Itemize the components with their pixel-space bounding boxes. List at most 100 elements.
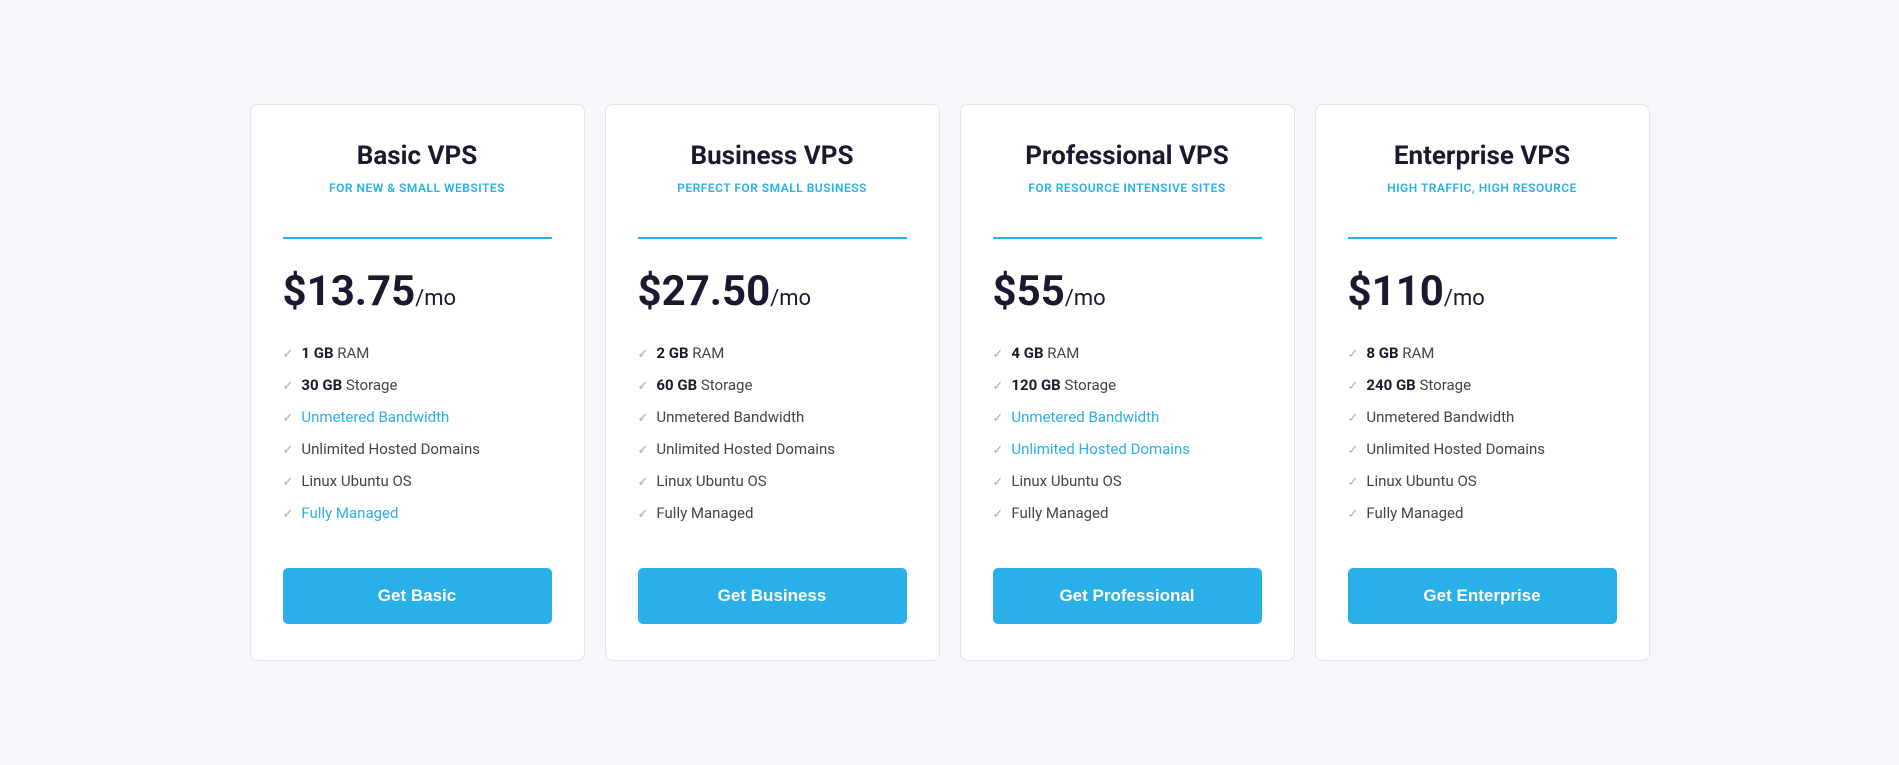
- card-price-basic: $13.75/mo: [283, 267, 552, 316]
- card-price-professional: $55/mo: [993, 267, 1262, 316]
- checkmark-icon: ✓: [993, 347, 1004, 362]
- feature-item: ✓ Fully Managed: [638, 504, 907, 522]
- checkmark-icon: ✓: [283, 347, 294, 362]
- card-subtitle-professional: FOR RESOURCE INTENSIVE SITES: [993, 181, 1262, 195]
- feature-text: Fully Managed: [1011, 504, 1108, 522]
- feature-item: ✓ Unlimited Hosted Domains: [1348, 440, 1617, 458]
- features-list-professional: ✓ 4 GB RAM ✓ 120 GB Storage ✓ Unmetered Bandw…: [993, 344, 1262, 536]
- feature-item: ✓ Unlimited Hosted Domains: [283, 440, 552, 458]
- checkmark-icon: ✓: [638, 379, 649, 394]
- feature-text: Unlimited Hosted Domains: [1366, 440, 1545, 458]
- pricing-card-enterprise: Enterprise VPS HIGH TRAFFIC, HIGH RESOURC…: [1315, 104, 1650, 661]
- feature-text: Unmetered Bandwidth: [301, 408, 449, 426]
- feature-item: ✓ 120 GB Storage: [993, 376, 1262, 394]
- feature-item: ✓ Fully Managed: [993, 504, 1262, 522]
- cta-button-enterprise[interactable]: Get Enterprise: [1348, 568, 1617, 624]
- feature-item: ✓ Unlimited Hosted Domains: [638, 440, 907, 458]
- card-divider-enterprise: [1348, 237, 1617, 239]
- checkmark-icon: ✓: [638, 347, 649, 362]
- cta-button-business[interactable]: Get Business: [638, 568, 907, 624]
- feature-item: ✓ 30 GB Storage: [283, 376, 552, 394]
- features-list-basic: ✓ 1 GB RAM ✓ 30 GB Storage ✓ Unmetered Bandwi…: [283, 344, 552, 536]
- feature-text: Fully Managed: [656, 504, 753, 522]
- checkmark-icon: ✓: [1348, 443, 1359, 458]
- feature-text: Unlimited Hosted Domains: [656, 440, 835, 458]
- checkmark-icon: ✓: [993, 507, 1004, 522]
- checkmark-icon: ✓: [993, 475, 1004, 490]
- pricing-card-professional: Professional VPS FOR RESOURCE INTENSIVE S…: [960, 104, 1295, 661]
- feature-text: Unmetered Bandwidth: [1366, 408, 1514, 426]
- card-price-enterprise: $110/mo: [1348, 267, 1617, 316]
- card-header-enterprise: Enterprise VPS HIGH TRAFFIC, HIGH RESOURC…: [1348, 141, 1617, 213]
- feature-text: Unmetered Bandwidth: [656, 408, 804, 426]
- checkmark-icon: ✓: [1348, 379, 1359, 394]
- features-list-enterprise: ✓ 8 GB RAM ✓ 240 GB Storage ✓ Unmetered Bandw…: [1348, 344, 1617, 536]
- card-header-basic: Basic VPS FOR NEW & SMALL WEBSITES: [283, 141, 552, 213]
- card-title-enterprise: Enterprise VPS: [1348, 141, 1617, 171]
- card-subtitle-basic: FOR NEW & SMALL WEBSITES: [283, 181, 552, 195]
- feature-item: ✓ Unmetered Bandwidth: [638, 408, 907, 426]
- checkmark-icon: ✓: [283, 411, 294, 426]
- feature-item: ✓ Unmetered Bandwidth: [1348, 408, 1617, 426]
- checkmark-icon: ✓: [1348, 475, 1359, 490]
- feature-item: ✓ Linux Ubuntu OS: [638, 472, 907, 490]
- feature-text: 4 GB RAM: [1011, 344, 1079, 362]
- feature-text: Linux Ubuntu OS: [656, 472, 766, 490]
- card-divider-business: [638, 237, 907, 239]
- feature-item: ✓ Unmetered Bandwidth: [993, 408, 1262, 426]
- checkmark-icon: ✓: [283, 475, 294, 490]
- feature-text: Linux Ubuntu OS: [1366, 472, 1476, 490]
- feature-text: 1 GB RAM: [301, 344, 369, 362]
- card-title-professional: Professional VPS: [993, 141, 1262, 171]
- feature-text: Linux Ubuntu OS: [1011, 472, 1121, 490]
- card-title-basic: Basic VPS: [283, 141, 552, 171]
- checkmark-icon: ✓: [638, 475, 649, 490]
- feature-text: Fully Managed: [301, 504, 398, 522]
- feature-item: ✓ 60 GB Storage: [638, 376, 907, 394]
- feature-item: ✓Linux Ubuntu OS: [283, 472, 552, 490]
- feature-item: ✓ Fully Managed: [1348, 504, 1617, 522]
- checkmark-icon: ✓: [283, 507, 294, 522]
- checkmark-icon: ✓: [1348, 347, 1359, 362]
- cta-button-professional[interactable]: Get Professional: [993, 568, 1262, 624]
- feature-text: Unlimited Hosted Domains: [1011, 440, 1190, 458]
- checkmark-icon: ✓: [283, 443, 294, 458]
- card-header-business: Business VPS PERFECT FOR SMALL BUSINESS: [638, 141, 907, 213]
- feature-text: 30 GB Storage: [301, 376, 397, 394]
- checkmark-icon: ✓: [993, 411, 1004, 426]
- feature-item: ✓ Linux Ubuntu OS: [1348, 472, 1617, 490]
- card-subtitle-enterprise: HIGH TRAFFIC, HIGH RESOURCE: [1348, 181, 1617, 195]
- card-divider-basic: [283, 237, 552, 239]
- pricing-card-business: Business VPSPERFECT FOR SMALL BUSINESS$2…: [605, 104, 940, 661]
- checkmark-icon: ✓: [283, 379, 294, 394]
- checkmark-icon: ✓: [638, 507, 649, 522]
- pricing-container: Basic VPS FOR NEW & SMALL WEBSITES $13.75/…: [250, 104, 1650, 661]
- pricing-card-basic: Basic VPS FOR NEW & SMALL WEBSITES $13.75/…: [250, 104, 585, 661]
- card-subtitle-business: PERFECT FOR SMALL BUSINESS: [638, 181, 907, 195]
- feature-text: 120 GB Storage: [1011, 376, 1116, 394]
- features-list-business: ✓ 2 GB RAM ✓ 60 GB Storage ✓ Unmetered Bandwi…: [638, 344, 907, 536]
- feature-item: ✓ 1 GB RAM: [283, 344, 552, 362]
- feature-text: 60 GB Storage: [656, 376, 752, 394]
- feature-text: 2 GB RAM: [656, 344, 724, 362]
- feature-text: 240 GB Storage: [1366, 376, 1471, 394]
- feature-item: ✓ 2 GB RAM: [638, 344, 907, 362]
- card-title-business: Business VPS: [638, 141, 907, 171]
- card-divider-professional: [993, 237, 1262, 239]
- checkmark-icon: ✓: [1348, 411, 1359, 426]
- feature-text: Unlimited Hosted Domains: [301, 440, 480, 458]
- feature-text: 8 GB RAM: [1366, 344, 1434, 362]
- checkmark-icon: ✓: [638, 443, 649, 458]
- feature-item: ✓ 8 GB RAM: [1348, 344, 1617, 362]
- checkmark-icon: ✓: [993, 443, 1004, 458]
- checkmark-icon: ✓: [638, 411, 649, 426]
- cta-button-basic[interactable]: Get Basic: [283, 568, 552, 624]
- feature-text: Fully Managed: [1366, 504, 1463, 522]
- feature-item: ✓ Linux Ubuntu OS: [993, 472, 1262, 490]
- feature-item: ✓ Fully Managed: [283, 504, 552, 522]
- card-header-professional: Professional VPS FOR RESOURCE INTENSIVE S…: [993, 141, 1262, 213]
- checkmark-icon: ✓: [993, 379, 1004, 394]
- feature-text: Unmetered Bandwidth: [1011, 408, 1159, 426]
- checkmark-icon: ✓: [1348, 507, 1359, 522]
- feature-item: ✓ 240 GB Storage: [1348, 376, 1617, 394]
